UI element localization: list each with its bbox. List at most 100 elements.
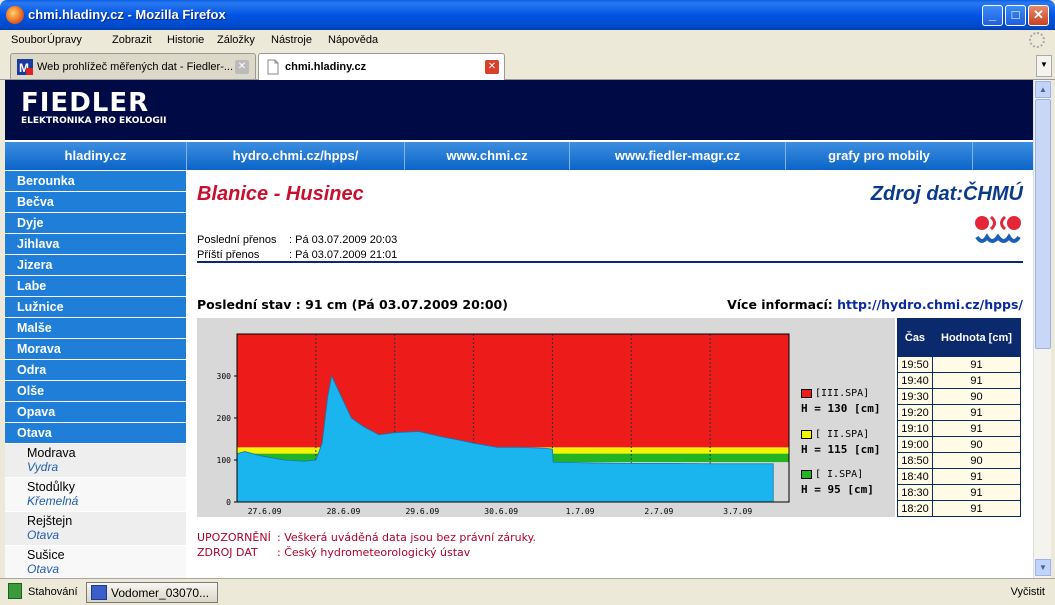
table-cell-time: 19:10: [897, 420, 933, 437]
last-state: Poslední stav : 91 cm (Pá 03.07.2009 20:…: [197, 297, 508, 312]
fiedler-logo[interactable]: FIEDLER: [21, 88, 149, 118]
table-row: 19:20 91: [897, 404, 1022, 421]
data-table: Čas Hodnota [cm] 19:50 91 19:40 91 19:30 90 19…: [897, 318, 1022, 517]
tab-list-button[interactable]: ▼: [1036, 55, 1052, 77]
download-task[interactable]: Vodomer_03070...: [86, 582, 218, 603]
sidebar-item-morava[interactable]: Morava: [5, 339, 186, 360]
station-item-rejstejn[interactable]: Rejštejn Otava: [5, 512, 186, 546]
tab-label: Web prohlížeč měřených dat - Fiedler-...: [37, 61, 234, 73]
legend-label: [ I.SPA]: [815, 469, 864, 480]
table-row: 18:30 91: [897, 484, 1022, 501]
menu-nastroje[interactable]: Nástroje: [271, 34, 312, 46]
legend-h: H = 95 [cm]: [801, 483, 874, 496]
table-cell-value: 90: [931, 436, 1022, 453]
sidebar-item-odra[interactable]: Odra: [5, 360, 186, 381]
menu-napoveda[interactable]: Nápověda: [328, 34, 378, 46]
vertical-scrollbar[interactable]: ▲ ▼: [1033, 80, 1051, 578]
legend-iii-spa: [III.SPA] H = 130 [cm]: [801, 388, 880, 415]
next-transfer-value: : Pá 03.07.2009 21:01: [289, 249, 398, 261]
sidebar-item-opava[interactable]: Opava: [5, 402, 186, 423]
fiedler-tagline: ELEKTRONIKA PRO EKOLOGII: [21, 116, 167, 126]
table-row: 18:50 90: [897, 452, 1022, 469]
menu-zalozky[interactable]: Záložky: [217, 34, 255, 46]
status-text: Stahování: [28, 586, 78, 598]
tab-close-icon[interactable]: ✕: [235, 60, 249, 74]
menu-zobrazit[interactable]: Zobrazit: [112, 34, 152, 46]
tab-close-icon[interactable]: ✕: [485, 60, 499, 74]
table-row: 19:10 91: [897, 420, 1022, 437]
legend-swatch: [801, 429, 812, 439]
scroll-thumb[interactable]: [1035, 99, 1051, 349]
menu-upravy[interactable]: Úpravy: [47, 34, 82, 46]
legend-h: H = 130 [cm]: [801, 402, 881, 415]
scroll-down-icon[interactable]: ▼: [1035, 559, 1051, 576]
table-row: 19:40 91: [897, 372, 1022, 389]
nav-chmi[interactable]: www.chmi.cz: [405, 142, 570, 170]
next-transfer-label: Příští přenos: [197, 249, 260, 261]
table-cell-time: 18:40: [897, 468, 933, 485]
m-favicon-icon: M: [17, 59, 33, 75]
table-cell-value: 90: [931, 452, 1022, 469]
table-row: 19:50 91: [897, 356, 1022, 373]
source-title: Zdroj dat:ČHMÚ: [870, 183, 1023, 205]
menu-historie[interactable]: Historie: [167, 34, 204, 46]
window-title: chmi.hladiny.cz - Mozilla Firefox: [28, 7, 226, 22]
divider: [197, 261, 1023, 263]
tab-fiedler[interactable]: M Web prohlížeč měřených dat - Fiedler-.…: [10, 53, 256, 79]
page-content: FIEDLER ELEKTRONIKA PRO EKOLOGII hladiny…: [5, 80, 1033, 578]
table-header-time: Čas: [897, 318, 933, 357]
last-transfer-label: Poslední přenos: [197, 234, 277, 246]
clear-button[interactable]: Vyčistit: [1011, 586, 1045, 598]
table-cell-time: 19:20: [897, 404, 933, 421]
sidebar-item-dyje[interactable]: Dyje: [5, 213, 186, 234]
menu-soubor[interactable]: Soubor: [11, 34, 46, 46]
sidebar: Berounka Bečva Dyje Jihlava Jizera Labe …: [5, 171, 186, 578]
sidebar-item-berounka[interactable]: Berounka: [5, 171, 186, 192]
station-item-modrava[interactable]: Modrava Vydra: [5, 444, 186, 478]
x-tick-label: 3.7.09: [723, 507, 752, 516]
more-info-label: Více informací:: [727, 297, 838, 312]
tab-chmi[interactable]: chmi.hladiny.cz ✕: [258, 53, 505, 80]
main-panel: Blanice - Husinec Zdroj dat:ČHMÚ Posledn…: [197, 171, 1023, 578]
table-cell-value: 91: [931, 468, 1022, 485]
station-river: Vydra: [27, 460, 59, 474]
legend-h: H = 115 [cm]: [801, 443, 881, 456]
station-name: Rejštejn: [27, 514, 73, 528]
nav-hydro-chmi[interactable]: hydro.chmi.cz/hpps/: [187, 142, 405, 170]
table-row: 18:40 91: [897, 468, 1022, 485]
legend-i-spa: [ I.SPA] H = 95 [cm]: [801, 469, 874, 496]
sidebar-item-jihlava[interactable]: Jihlava: [5, 234, 186, 255]
sidebar-item-olse[interactable]: Olše: [5, 381, 186, 402]
close-window-button[interactable]: ✕: [1028, 5, 1049, 26]
station-name: Sušice: [27, 548, 65, 562]
table-cell-time: 19:30: [897, 388, 933, 405]
sidebar-item-otava[interactable]: Otava: [5, 423, 186, 444]
sidebar-item-labe[interactable]: Labe: [5, 276, 186, 297]
minimize-button[interactable]: _: [982, 5, 1003, 26]
station-item-stodulky[interactable]: Stodůlky Křemelná: [5, 478, 186, 512]
y-tick-label: 0: [226, 498, 231, 507]
nav-grafy-mobily[interactable]: grafy pro mobily: [786, 142, 973, 170]
sidebar-item-jizera[interactable]: Jizera: [5, 255, 186, 276]
station-item-susice[interactable]: Sušice Otava: [5, 546, 186, 578]
file-icon: [91, 585, 107, 600]
table-row: 19:30 90: [897, 388, 1022, 405]
sidebar-item-becva[interactable]: Bečva: [5, 192, 186, 213]
more-info: Více informací: http://hydro.chmi.cz/hpp…: [727, 297, 1023, 312]
y-tick-label: 200: [217, 414, 232, 423]
table-cell-time: 18:50: [897, 452, 933, 469]
x-tick-label: 2.7.09: [644, 507, 673, 516]
sidebar-item-luznice[interactable]: Lužnice: [5, 297, 186, 318]
nav-hladiny[interactable]: hladiny.cz: [5, 142, 187, 170]
station-river: Otava: [27, 528, 60, 542]
scroll-up-icon[interactable]: ▲: [1035, 81, 1051, 98]
y-tick-label: 300: [217, 372, 232, 381]
warning-text: : Veškerá uváděná data jsou bez právní z…: [277, 531, 537, 544]
nav-fiedler-magr[interactable]: www.fiedler-magr.cz: [570, 142, 786, 170]
table-cell-value: 91: [931, 356, 1022, 373]
table-cell-value: 91: [931, 484, 1022, 501]
more-info-link[interactable]: http://hydro.chmi.cz/hpps/: [837, 297, 1023, 312]
table-cell-time: 19:40: [897, 372, 933, 389]
sidebar-item-malse[interactable]: Malše: [5, 318, 186, 339]
maximize-button[interactable]: □: [1005, 5, 1026, 26]
